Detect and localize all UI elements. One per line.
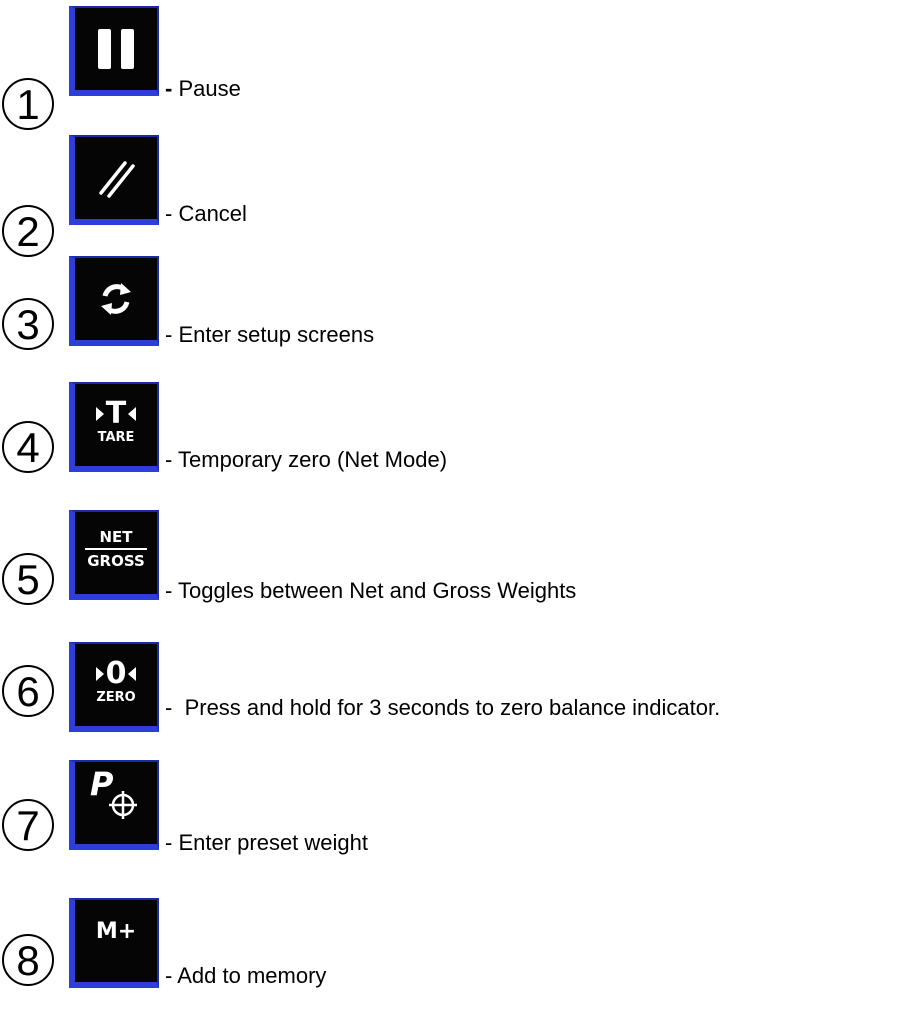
item-7-description: - Enter preset weight [165, 830, 368, 855]
item-8-description: - Add to memory [165, 963, 327, 988]
item-5-number: 5 [2, 553, 54, 605]
item-3-description: - Enter setup screens [165, 322, 375, 347]
zero-button[interactable]: 0 ZERO [69, 642, 159, 732]
net-gross-icon: NET GROSS [85, 528, 147, 570]
item-1-number: 1 [2, 78, 54, 130]
tare-icon: T TARE [95, 396, 137, 445]
item-5-description: - Toggles between Net and Gross Weights [165, 578, 577, 603]
item-2-number: 2 [2, 205, 54, 257]
item-4-description: - Temporary zero (Net Mode) [165, 447, 448, 472]
preset-weight-icon: P [86, 768, 146, 828]
item-1-description: - Pause [165, 76, 241, 101]
pause-icon [96, 27, 136, 71]
item-8-number: 8 [2, 934, 54, 986]
item-2-description: - Cancel [165, 201, 247, 226]
pause-button[interactable] [69, 6, 159, 96]
cancel-slashes-icon [91, 153, 141, 203]
memory-add-icon: M+ [95, 919, 137, 944]
setup-button[interactable] [69, 256, 159, 346]
memory-add-button[interactable]: M+ [69, 898, 159, 988]
item-7-number: 7 [2, 799, 54, 851]
item-6-description: - Press and hold for 3 seconds to zero b… [165, 695, 721, 720]
item-4-number: 4 [2, 421, 54, 473]
tare-button[interactable]: T TARE [69, 382, 159, 472]
preset-weight-button[interactable]: P [69, 760, 159, 850]
item-3-number: 3 [2, 298, 54, 350]
setup-cycle-icon [96, 279, 136, 319]
zero-icon: 0 ZERO [95, 656, 137, 705]
item-6-number: 6 [2, 665, 54, 717]
net-gross-button[interactable]: NET GROSS [69, 510, 159, 600]
cancel-button[interactable] [69, 135, 159, 225]
